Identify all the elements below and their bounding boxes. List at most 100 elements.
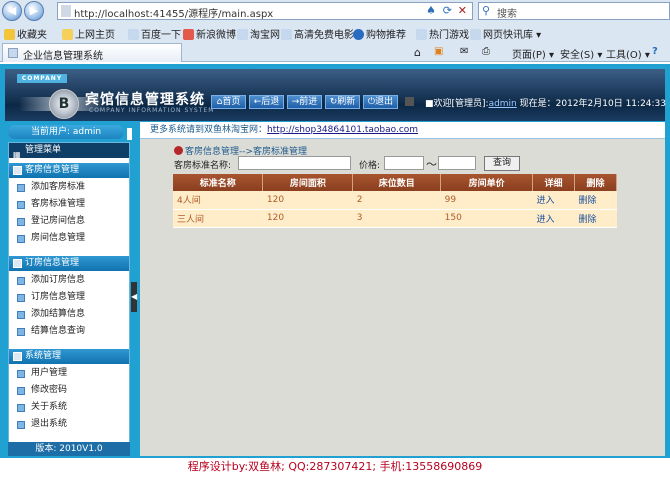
current-time: 现在是：2012年2月10日 11:24:33 <box>519 99 667 109</box>
delete-link[interactable]: 删除 <box>574 209 617 228</box>
detail-link[interactable]: 进入 <box>532 209 575 228</box>
bookmark-weibo[interactable]: 新浪微博 <box>183 26 236 41</box>
menu-exit[interactable]: 退出系统 <box>9 416 129 433</box>
shop-link[interactable]: http://shop34864101.taobao.com <box>267 125 418 135</box>
app-frame: COMPANY B 宾馆信息管理系统 COMPANY INFORMATION S… <box>0 64 670 458</box>
menu-room-standard-manage[interactable]: 客房标准管理 <box>9 196 129 213</box>
col-price: 房间单价 <box>440 174 534 191</box>
price-label: 价格: <box>359 161 381 171</box>
table-header-row: 标准名称 房间面积 床位数目 房间单价 详细 删除 <box>173 174 617 191</box>
search-icon: ⚲ <box>482 4 491 17</box>
home-icon[interactable]: ⌂ <box>414 46 421 59</box>
query-button[interactable]: 查询 <box>484 156 520 171</box>
col-standard-name: 标准名称 <box>173 174 264 191</box>
footer-credits: 程序设计by:双鱼林; QQ:287307421; 手机:13558690869 <box>187 460 483 473</box>
cell-standard-name: 三人间 <box>173 209 263 228</box>
bookmark-baidu[interactable]: 百度一下 <box>128 26 181 41</box>
feeds-icon[interactable]: ▣ <box>434 46 443 57</box>
room-standard-table: 标准名称 房间面积 床位数目 房间单价 详细 删除 4人间 120 2 99 进… <box>173 174 617 228</box>
menu-add-room-standard[interactable]: 添加客房标准 <box>9 179 129 196</box>
delete-link[interactable]: 删除 <box>574 191 617 210</box>
col-delete: 删除 <box>574 174 617 191</box>
group-room-info[interactable]: 客房信息管理 <box>9 163 129 178</box>
refresh-button[interactable]: ↻刷新 <box>325 95 360 109</box>
app-header: COMPANY B 宾馆信息管理系统 COMPANY INFORMATION S… <box>5 69 667 121</box>
item-icon <box>17 218 25 226</box>
grid-icon: ▦ <box>13 150 21 159</box>
status-square-icon <box>405 97 414 106</box>
back-icon[interactable]: ◀ <box>2 1 22 21</box>
menu-register-room[interactable]: 登记房间信息 <box>9 213 129 230</box>
tab-active[interactable]: 企业信息管理系统 <box>2 43 182 62</box>
stop-icon[interactable]: ✕ <box>458 4 467 17</box>
help-icon[interactable]: ? <box>652 46 658 57</box>
bookmark-shopping[interactable]: 购物推荐 <box>353 26 406 41</box>
address-bar[interactable]: http://localhost:41455/源程序/main.aspx ♠ ⟳… <box>57 2 473 20</box>
bookmark-taobao[interactable]: 淘宝网 <box>237 26 280 41</box>
item-icon <box>17 184 25 192</box>
room-standard-label: 客房标准名称: <box>174 161 232 171</box>
home-button[interactable]: ⌂首页 <box>211 95 246 109</box>
bookmark-games[interactable]: 热门游戏 <box>416 26 469 41</box>
compat-icon[interactable]: ♠ <box>426 4 436 17</box>
page-icon <box>8 48 18 58</box>
bookmark-home[interactable]: 上网主页 <box>62 26 115 41</box>
welcome-info: ■欢迎[管理员]:admin 现在是：2012年2月10日 11:24:33 <box>425 99 667 109</box>
cell-standard-name: 4人间 <box>173 191 263 210</box>
range-separator: ～ <box>426 158 437 171</box>
url-text: http://localhost:41455/源程序/main.aspx <box>74 9 274 20</box>
col-beds: 床位数目 <box>352 174 442 191</box>
search-box[interactable]: ⚲ 搜索 <box>478 2 670 20</box>
item-icon <box>17 201 25 209</box>
admin-link[interactable]: admin <box>489 99 517 109</box>
menu-settlement-query[interactable]: 结算信息查询 <box>9 323 129 340</box>
logout-button[interactable]: ⏻退出 <box>363 95 398 109</box>
webslice-gallery[interactable]: 网页快讯库 ▾ <box>470 26 541 41</box>
content-area: 客房信息管理-->客房标准管理 客房标准名称: 价格: ～ 查询 标准名称 房间… <box>140 139 665 456</box>
bookmark-movies[interactable]: 高清免费电影 <box>281 26 354 41</box>
price-max-input[interactable] <box>438 156 476 170</box>
menu-safety[interactable]: 安全(S) ▾ <box>560 46 602 61</box>
favorites-button[interactable]: 收藏夹 <box>4 26 47 41</box>
cell-price: 99 <box>440 191 533 210</box>
cell-beds: 2 <box>352 191 441 210</box>
menu-tools[interactable]: 工具(O) ▾ <box>606 46 650 61</box>
search-placeholder: 搜索 <box>497 9 517 20</box>
menu-add-booking[interactable]: 添加订房信息 <box>9 272 129 289</box>
forward-button[interactable]: →前进 <box>287 95 322 109</box>
menu-booking-manage[interactable]: 订房信息管理 <box>9 289 129 306</box>
item-icon <box>17 277 25 285</box>
detail-link[interactable]: 进入 <box>532 191 575 210</box>
menu-change-password[interactable]: 修改密码 <box>9 382 129 399</box>
forward-icon[interactable]: ▶ <box>24 1 44 21</box>
refresh-icon[interactable]: ⟳ <box>443 4 452 17</box>
mail-icon[interactable]: ✉ <box>460 46 468 57</box>
collapse-handle-icon[interactable] <box>127 128 132 140</box>
room-standard-name-input[interactable] <box>238 156 351 170</box>
item-icon <box>17 387 25 395</box>
cell-price: 150 <box>440 209 533 228</box>
print-icon[interactable]: ⎙ <box>482 46 490 57</box>
page-icon <box>61 5 71 17</box>
back-button[interactable]: ←后退 <box>249 95 284 109</box>
version-label: 版本: 2010V1.0 <box>8 442 130 456</box>
menu-user-manage[interactable]: 用户管理 <box>9 365 129 382</box>
company-badge: COMPANY <box>17 74 67 83</box>
browser-chrome: ◀ ▶ http://localhost:41455/源程序/main.aspx… <box>0 0 670 62</box>
menu-about[interactable]: 关于系统 <box>9 399 129 416</box>
cell-area: 120 <box>262 191 353 210</box>
group-system[interactable]: 系统管理 <box>9 349 129 364</box>
folder-icon <box>13 259 22 268</box>
location-icon <box>174 146 183 155</box>
current-user-bar: 当前用户: admin <box>8 125 124 139</box>
item-icon <box>17 404 25 412</box>
group-booking-info[interactable]: 订房信息管理 <box>9 256 129 271</box>
folder-icon <box>13 352 22 361</box>
menu-add-settlement[interactable]: 添加结算信息 <box>9 306 129 323</box>
price-min-input[interactable] <box>384 156 424 170</box>
menu-room-manage[interactable]: 房间信息管理 <box>9 230 129 247</box>
menu-page[interactable]: 页面(P) ▾ <box>512 46 554 61</box>
cell-area: 120 <box>262 209 353 228</box>
sidebar-toggle[interactable]: ◀ <box>131 282 137 312</box>
table-row: 三人间 120 3 150 进入 删除 <box>173 209 617 228</box>
